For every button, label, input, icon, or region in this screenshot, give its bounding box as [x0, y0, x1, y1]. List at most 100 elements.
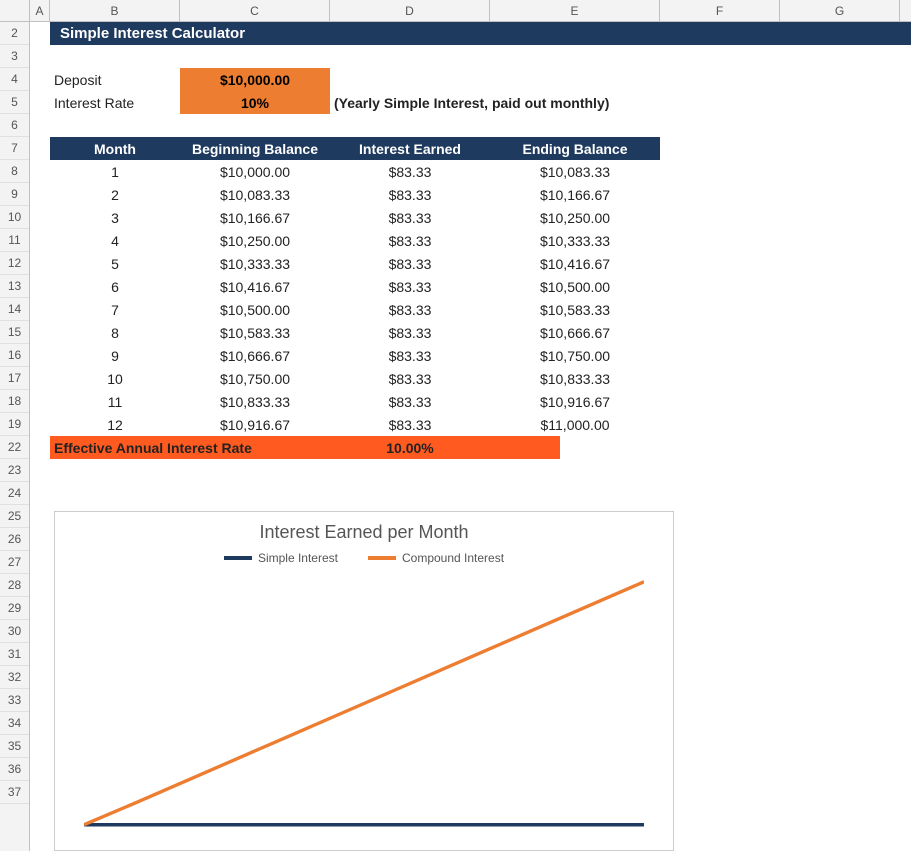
effective-rate-label[interactable]: Effective Annual Interest Rate: [50, 436, 330, 459]
cell-end[interactable]: $10,833.33: [490, 367, 660, 390]
row-header[interactable]: 18: [0, 390, 29, 413]
row-header[interactable]: 22: [0, 436, 29, 459]
cell-begin[interactable]: $10,833.33: [180, 390, 330, 413]
cell-end[interactable]: $10,500.00: [490, 275, 660, 298]
th-interest[interactable]: Interest Earned: [330, 137, 490, 160]
cell-begin[interactable]: $10,083.33: [180, 183, 330, 206]
row-header[interactable]: 36: [0, 758, 29, 781]
row-header[interactable]: 31: [0, 643, 29, 666]
row-header[interactable]: 14: [0, 298, 29, 321]
cell-interest[interactable]: $83.33: [330, 183, 490, 206]
th-begin[interactable]: Beginning Balance: [180, 137, 330, 160]
cell[interactable]: [30, 183, 50, 206]
cell-end[interactable]: $10,416.67: [490, 252, 660, 275]
cell-begin[interactable]: $10,416.67: [180, 275, 330, 298]
col-header-B[interactable]: B: [50, 0, 180, 21]
rate-value[interactable]: 10%: [180, 91, 330, 114]
cell-interest[interactable]: $83.33: [330, 275, 490, 298]
row-header[interactable]: 10: [0, 206, 29, 229]
cells-area[interactable]: Simple Interest Calculator Deposit $10,0…: [30, 22, 911, 851]
cell-begin[interactable]: $10,750.00: [180, 367, 330, 390]
cell[interactable]: [30, 114, 50, 137]
cell[interactable]: [30, 390, 50, 413]
col-header-C[interactable]: C: [180, 0, 330, 21]
cell-month[interactable]: 10: [50, 367, 180, 390]
col-header-G[interactable]: G: [780, 0, 900, 21]
row-header[interactable]: 33: [0, 689, 29, 712]
cell[interactable]: [30, 482, 50, 505]
cell[interactable]: [30, 298, 50, 321]
rate-label[interactable]: Interest Rate: [50, 91, 180, 114]
row-header[interactable]: 19: [0, 413, 29, 436]
cell-end[interactable]: $11,000.00: [490, 413, 660, 436]
cell-month[interactable]: 5: [50, 252, 180, 275]
table-row[interactable]: 4$10,250.00$83.33$10,333.33: [30, 229, 911, 252]
cell-month[interactable]: 11: [50, 390, 180, 413]
cell[interactable]: [30, 436, 50, 459]
cell-begin[interactable]: $10,250.00: [180, 229, 330, 252]
row-header[interactable]: 30: [0, 620, 29, 643]
row-header[interactable]: 32: [0, 666, 29, 689]
cell-interest[interactable]: $83.33: [330, 298, 490, 321]
row-header[interactable]: 9: [0, 183, 29, 206]
row-header[interactable]: 8: [0, 160, 29, 183]
row-header[interactable]: 12: [0, 252, 29, 275]
row-header[interactable]: 37: [0, 781, 29, 804]
cell-end[interactable]: $10,916.67: [490, 390, 660, 413]
cell-interest[interactable]: $83.33: [330, 206, 490, 229]
cell-interest[interactable]: $83.33: [330, 367, 490, 390]
row-header[interactable]: 26: [0, 528, 29, 551]
cell-end[interactable]: $10,083.33: [490, 160, 660, 183]
cell-interest[interactable]: $83.33: [330, 390, 490, 413]
cell[interactable]: [30, 505, 50, 851]
cell-end[interactable]: $10,583.33: [490, 298, 660, 321]
row-header[interactable]: 15: [0, 321, 29, 344]
table-row[interactable]: 6$10,416.67$83.33$10,500.00: [30, 275, 911, 298]
row-header[interactable]: 23: [0, 459, 29, 482]
table-row[interactable]: 7$10,500.00$83.33$10,583.33: [30, 298, 911, 321]
cell-end[interactable]: $10,666.67: [490, 321, 660, 344]
table-row[interactable]: 2$10,083.33$83.33$10,166.67: [30, 183, 911, 206]
cell-interest[interactable]: $83.33: [330, 229, 490, 252]
row-header[interactable]: 6: [0, 114, 29, 137]
cell-interest[interactable]: $83.33: [330, 413, 490, 436]
table-row[interactable]: 3$10,166.67$83.33$10,250.00: [30, 206, 911, 229]
row-header[interactable]: 35: [0, 735, 29, 758]
row-header[interactable]: 11: [0, 229, 29, 252]
cell-interest[interactable]: $83.33: [330, 252, 490, 275]
cell[interactable]: [30, 137, 50, 160]
row-header[interactable]: 3: [0, 45, 29, 68]
cell-begin[interactable]: $10,916.67: [180, 413, 330, 436]
cell[interactable]: [30, 91, 50, 114]
row-header[interactable]: 24: [0, 482, 29, 505]
cell[interactable]: [30, 413, 50, 436]
cell-month[interactable]: 3: [50, 206, 180, 229]
cell-interest[interactable]: $83.33: [330, 344, 490, 367]
th-month[interactable]: Month: [50, 137, 180, 160]
row-header[interactable]: 16: [0, 344, 29, 367]
deposit-label[interactable]: Deposit: [50, 68, 180, 91]
row-header[interactable]: 7: [0, 137, 29, 160]
cell[interactable]: [30, 275, 50, 298]
row-header[interactable]: 4: [0, 68, 29, 91]
cell-month[interactable]: 4: [50, 229, 180, 252]
table-row[interactable]: 11$10,833.33$83.33$10,916.67: [30, 390, 911, 413]
table-row[interactable]: 8$10,583.33$83.33$10,666.67: [30, 321, 911, 344]
cell-begin[interactable]: $10,500.00: [180, 298, 330, 321]
table-row[interactable]: 12$10,916.67$83.33$11,000.00: [30, 413, 911, 436]
row-header[interactable]: 29: [0, 597, 29, 620]
cell-end[interactable]: $10,333.33: [490, 229, 660, 252]
th-end[interactable]: Ending Balance: [490, 137, 660, 160]
col-header-F[interactable]: F: [660, 0, 780, 21]
cell-month[interactable]: 12: [50, 413, 180, 436]
row-header[interactable]: 34: [0, 712, 29, 735]
row-header[interactable]: 2: [0, 22, 29, 45]
cell-begin[interactable]: $10,583.33: [180, 321, 330, 344]
cell[interactable]: [30, 68, 50, 91]
cell[interactable]: [30, 321, 50, 344]
col-header-E[interactable]: E: [490, 0, 660, 21]
cell-end[interactable]: $10,166.67: [490, 183, 660, 206]
cell-begin[interactable]: $10,666.67: [180, 344, 330, 367]
table-row[interactable]: 5$10,333.33$83.33$10,416.67: [30, 252, 911, 275]
row-header[interactable]: 25: [0, 505, 29, 528]
